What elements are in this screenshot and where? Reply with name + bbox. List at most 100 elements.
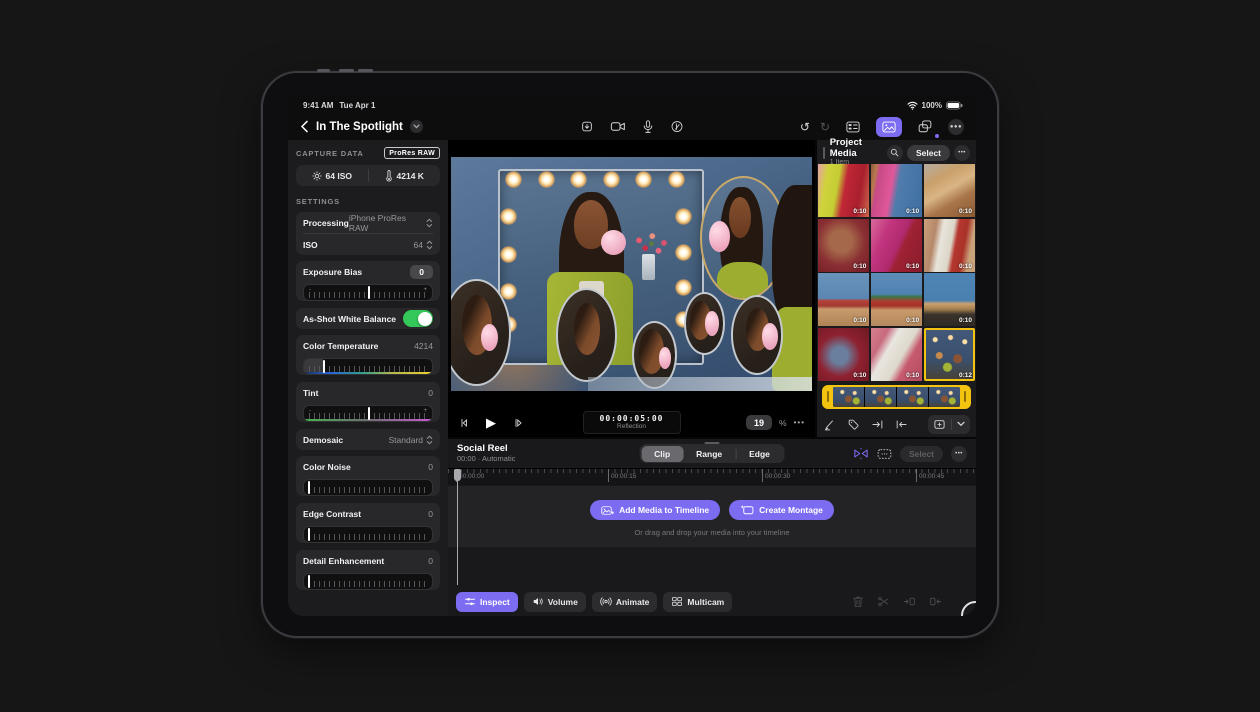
- viewer-video[interactable]: [451, 157, 812, 391]
- animate-tool-button[interactable]: Animate: [592, 592, 658, 612]
- edge-contrast-value: 0: [428, 509, 433, 519]
- media-select-button[interactable]: Select: [907, 145, 950, 161]
- trim-handle-right[interactable]: [962, 387, 968, 408]
- toggle-knob: [418, 312, 432, 326]
- media-thumbnail-selected[interactable]: 0:12: [924, 328, 975, 381]
- ipad-device: 9:41 AM Tue Apr 1 100%: [263, 73, 997, 636]
- detail-enhancement-slider[interactable]: [303, 573, 433, 590]
- color-noise-slider[interactable]: [303, 479, 433, 496]
- media-thumbnail[interactable]: 0:10: [818, 164, 869, 217]
- mode-range[interactable]: Range: [683, 446, 735, 462]
- mode-clip[interactable]: Clip: [641, 446, 683, 462]
- insert-right-icon[interactable]: [929, 595, 942, 608]
- timecode-display[interactable]: 00:00:05:00 Reflection: [583, 411, 681, 434]
- media-thumbnail[interactable]: 0:10: [871, 164, 922, 217]
- media-thumbnail[interactable]: 0:10: [818, 328, 869, 381]
- delete-icon[interactable]: [852, 595, 864, 608]
- slider-marker[interactable]: [368, 286, 370, 299]
- back-button[interactable]: [300, 120, 309, 133]
- iso-chip-value: 64 ISO: [326, 171, 352, 181]
- bubble-gum: [601, 230, 626, 256]
- undo-button[interactable]: ↺: [800, 121, 810, 133]
- processing-card: Processing iPhone ProRes RAW ISO 64: [296, 212, 440, 255]
- zoom-unit: %: [779, 418, 787, 428]
- timeline-ruler[interactable]: 00:00:00 00:00:15 00:00:30 00:00:45: [448, 468, 976, 485]
- mode-edge[interactable]: Edge: [736, 446, 783, 462]
- split-clip-icon[interactable]: [877, 595, 890, 608]
- play-button[interactable]: ▶: [486, 415, 496, 431]
- timeline-more-button[interactable]: •••: [951, 446, 967, 462]
- more-options-button[interactable]: ●●●: [948, 119, 964, 135]
- redo-button[interactable]: ↻: [820, 121, 830, 133]
- wifi-icon: [907, 101, 918, 110]
- demosaic-row[interactable]: Demosaic Standard: [303, 429, 433, 450]
- multicam-tool-button[interactable]: Multicam: [663, 592, 732, 612]
- media-thumbnail[interactable]: 0:10: [871, 219, 922, 272]
- playhead[interactable]: [454, 469, 461, 585]
- media-thumbnail[interactable]: 0:10: [924, 219, 975, 272]
- media-thumbnail[interactable]: 0:10: [924, 164, 975, 217]
- media-thumbnail[interactable]: 0:10: [871, 328, 922, 381]
- clip-duration: 0:10: [959, 208, 972, 215]
- iso-row[interactable]: ISO 64: [303, 234, 433, 255]
- inspect-tool-button[interactable]: Inspect: [456, 592, 518, 612]
- processing-row[interactable]: Processing iPhone ProRes RAW: [303, 212, 433, 233]
- search-button[interactable]: [887, 145, 903, 161]
- camera-icon[interactable]: [611, 120, 626, 133]
- capture-chips: 64 ISO 4214 K: [296, 165, 440, 186]
- storyboard-view-button[interactable]: [840, 117, 866, 137]
- clips-button[interactable]: [912, 117, 938, 137]
- mic-icon[interactable]: [643, 120, 654, 134]
- create-montage-button[interactable]: Create Montage: [729, 500, 834, 520]
- media-thumbnail[interactable]: 0:10: [818, 273, 869, 326]
- insert-left-icon[interactable]: [903, 595, 916, 608]
- media-browser-button[interactable]: [876, 117, 902, 137]
- jog-wheel-icon[interactable]: [853, 447, 869, 460]
- media-more-button[interactable]: •••: [954, 145, 970, 161]
- slider-marker[interactable]: [323, 360, 325, 373]
- bubble-gum: [705, 311, 719, 336]
- edge-contrast-slider[interactable]: [303, 526, 433, 543]
- viewer-more-button[interactable]: •••: [794, 419, 805, 427]
- slider-marker[interactable]: [308, 481, 310, 494]
- tag-icon[interactable]: [847, 418, 860, 431]
- trim-handle-left[interactable]: [825, 387, 831, 408]
- pencil-circle-icon[interactable]: [671, 120, 684, 133]
- zoom-level[interactable]: 19: [746, 415, 772, 430]
- media-thumbnail[interactable]: 0:10: [871, 273, 922, 326]
- create-montage-label: Create Montage: [759, 505, 823, 515]
- step-forward-button[interactable]: [512, 417, 524, 429]
- inspector-panel: CAPTURE DATA ProRes RAW 64 ISO: [288, 140, 448, 616]
- slider-marker[interactable]: [308, 528, 310, 541]
- add-media-button[interactable]: Add Media to Timeline: [590, 500, 720, 520]
- timeline-track-area[interactable]: Add Media to Timeline Create Montage Or …: [448, 486, 976, 547]
- title-dropdown-button[interactable]: [410, 120, 423, 133]
- white-balance-toggle[interactable]: [403, 310, 433, 327]
- import-icon[interactable]: [581, 120, 594, 133]
- media-thumbnail[interactable]: 0:10: [924, 273, 975, 326]
- slider-ticks: [309, 534, 427, 540]
- timeline-select-button[interactable]: Select: [900, 446, 943, 462]
- battery-icon: [946, 101, 963, 110]
- page-background: 9:41 AM Tue Apr 1 100%: [0, 0, 1260, 712]
- tint-slider[interactable]: - +: [303, 405, 433, 422]
- insert-options-button[interactable]: [952, 421, 970, 427]
- append-to-start-icon[interactable]: [895, 418, 908, 431]
- project-title: In The Spotlight: [316, 121, 403, 133]
- exposure-bias-value[interactable]: 0: [410, 265, 433, 279]
- marker-icon[interactable]: [823, 418, 836, 431]
- media-thumbnail[interactable]: 0:10: [818, 219, 869, 272]
- step-backward-button[interactable]: [458, 417, 470, 429]
- captions-box-icon[interactable]: [877, 448, 892, 460]
- media-icon: [601, 505, 614, 516]
- insert-clip-button[interactable]: [928, 419, 951, 430]
- slider-marker[interactable]: [368, 407, 370, 420]
- round-mirror: [684, 292, 726, 355]
- panel-resize-handle[interactable]: [823, 147, 825, 159]
- exposure-bias-slider[interactable]: - +: [303, 284, 433, 301]
- append-to-end-icon[interactable]: [871, 418, 884, 431]
- volume-tool-button[interactable]: Volume: [524, 592, 586, 612]
- slider-marker[interactable]: [308, 575, 310, 588]
- clip-filmstrip[interactable]: [822, 385, 971, 410]
- color-temperature-slider[interactable]: [303, 358, 433, 375]
